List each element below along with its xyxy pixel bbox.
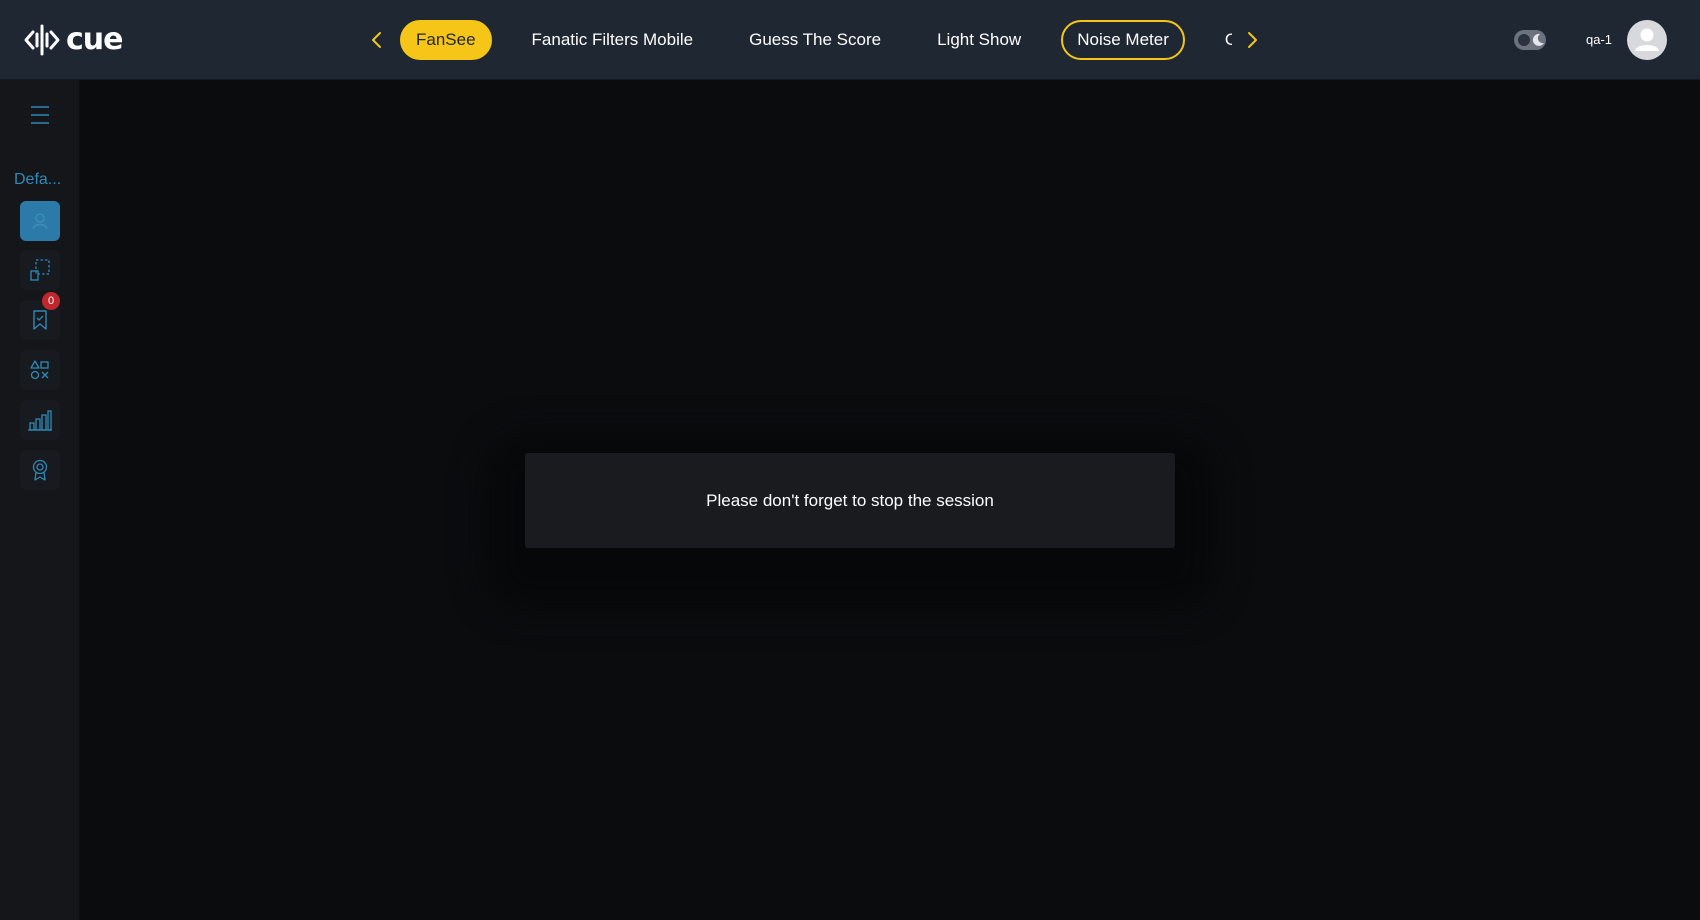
tabs-scroll-left-button[interactable]: [363, 26, 391, 54]
chevron-left-icon: [372, 32, 381, 48]
tab-light-show[interactable]: Light Show: [921, 20, 1037, 60]
menu-icon[interactable]: [28, 104, 52, 126]
user-icon: [32, 213, 48, 230]
workspace-label[interactable]: Defa...: [14, 170, 74, 190]
username: qa-1: [1586, 32, 1613, 47]
user-avatar-icon: [1635, 28, 1659, 51]
sidebar-item-bookmark[interactable]: 0: [20, 292, 60, 340]
theme-toggle[interactable]: [1514, 30, 1546, 50]
sidebar: Defa... 0: [0, 80, 79, 920]
tab-fanatic-filters-mobile[interactable]: Fanatic Filters Mobile: [516, 20, 710, 60]
session-reminder-dialog: Please don't forget to stop the session: [525, 453, 1175, 548]
select-area-icon: [30, 259, 50, 281]
bar-chart-icon: [28, 410, 52, 431]
award-icon: [32, 459, 48, 481]
tab-noise-meter[interactable]: Noise Meter: [1061, 20, 1185, 60]
dialog-message: Please don't forget to stop the session: [706, 490, 994, 510]
tabs-bar: FanSee Fanatic Filters Mobile Guess The …: [400, 18, 1232, 62]
sidebar-item-awards[interactable]: [20, 450, 60, 490]
tab-guess-the-score[interactable]: Guess The Score: [733, 20, 897, 60]
avatar[interactable]: [1627, 20, 1667, 60]
tab-or[interactable]: Or: [1209, 20, 1232, 60]
tabs-scroll-right-button[interactable]: [1238, 26, 1266, 54]
chevron-right-icon: [1248, 32, 1257, 48]
moon-icon: [1532, 33, 1544, 46]
toggle-knob: [1518, 34, 1530, 46]
shapes-icon: [30, 360, 49, 380]
tab-fansee[interactable]: FanSee: [400, 20, 492, 60]
sidebar-item-analytics[interactable]: [20, 400, 60, 440]
notification-badge: 0: [42, 292, 60, 310]
logo-text: cue: [66, 22, 123, 57]
sidebar-item-user[interactable]: [20, 201, 60, 241]
top-header: cue FanSee Fanatic Filters Mobile Guess …: [0, 0, 1700, 80]
bookmark-icon: [33, 310, 47, 330]
logo-soundwave-icon: [24, 24, 60, 56]
sidebar-item-select-area[interactable]: [20, 250, 60, 290]
sidebar-item-shapes[interactable]: [20, 350, 60, 390]
logo[interactable]: cue: [24, 22, 123, 58]
